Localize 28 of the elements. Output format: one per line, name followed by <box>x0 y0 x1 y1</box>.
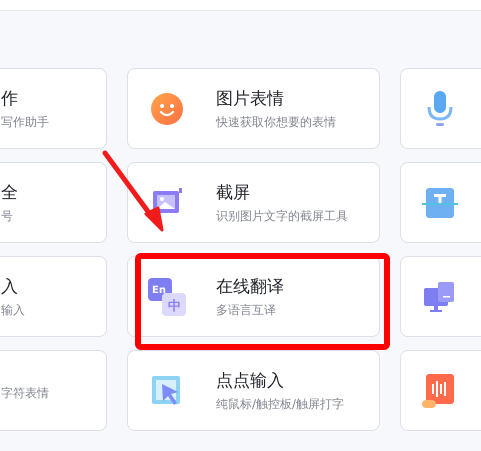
feature-title: 截屏 <box>216 182 251 204</box>
feature-title: 图片表情 <box>216 88 285 110</box>
feature-card[interactable]: 全 号 <box>0 162 107 243</box>
feature-title: 点点输入 <box>216 370 285 392</box>
feature-subtitle: 纯鼠标/触控板/触屏打字 <box>216 396 344 412</box>
feature-title: 全 <box>1 182 18 204</box>
feature-card[interactable]: 截屏 识别图片文字的截屏工具 <box>127 162 380 243</box>
feature-card[interactable]: 作 写作助手 <box>0 68 107 149</box>
feature-card[interactable]: En 中 在线翻译 多语言互译 <box>127 256 380 337</box>
feature-card[interactable]: 图片表情 快速获取你想要的表情 <box>127 68 380 149</box>
smiley-icon <box>151 92 183 124</box>
feature-subtitle: 识别图片文字的截屏工具 <box>216 208 348 224</box>
computer-icon <box>424 282 456 312</box>
feature-subtitle: 号 <box>1 208 14 224</box>
feature-title: 作 <box>1 88 19 110</box>
feature-title: 入 <box>1 276 19 298</box>
feature-subtitle: 写作助手 <box>1 114 49 130</box>
feature-subtitle: 快速获取你想要的表情 <box>216 114 336 130</box>
feature-title: 在线翻译 <box>216 276 284 298</box>
feature-subtitle: 输入 <box>1 302 25 318</box>
feature-card[interactable]: 字符表情 <box>0 350 107 431</box>
feature-card[interactable]: 点点输入 纯鼠标/触控板/触屏打字 <box>127 350 380 431</box>
feature-card[interactable]: 入 输入 <box>0 256 107 337</box>
cursor-click-icon <box>152 376 182 406</box>
feature-subtitle: 字符表情 <box>1 384 49 400</box>
microphone-icon <box>426 90 454 126</box>
feature-subtitle: 多语言互译 <box>216 302 277 318</box>
scan-text-icon <box>422 188 458 218</box>
